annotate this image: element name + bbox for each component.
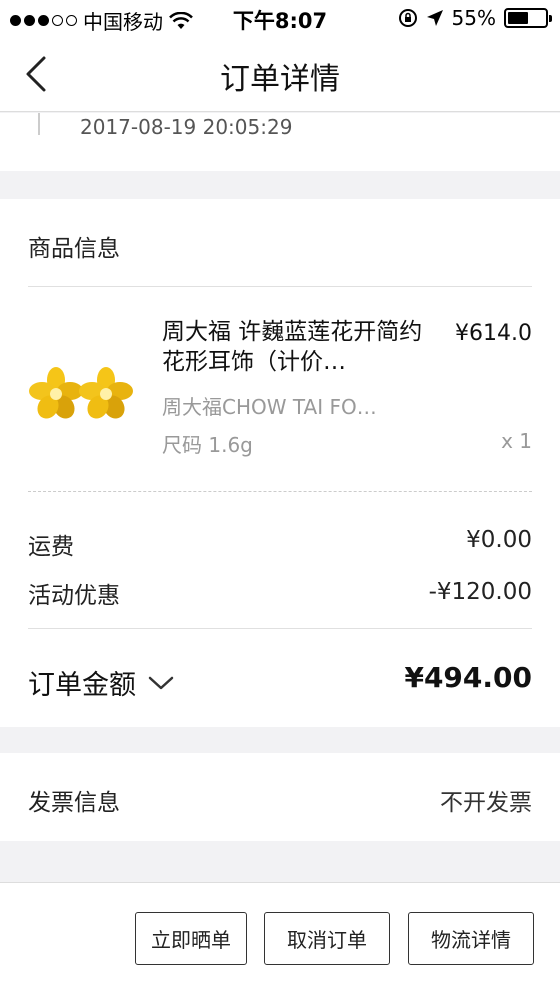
- product-quantity: x 1: [501, 429, 532, 453]
- battery-percent: 55%: [451, 6, 496, 30]
- navigation-bar: 订单详情: [0, 36, 560, 112]
- location-arrow-icon: [426, 10, 443, 26]
- battery-icon: [504, 8, 552, 28]
- invoice-card[interactable]: 发票信息 不开发票: [0, 753, 560, 841]
- status-bar: 中国移动 下午8:07 55%: [0, 0, 560, 36]
- logistics-detail-button[interactable]: 物流详情: [408, 912, 534, 965]
- gold-flower-earrings-image: [29, 367, 133, 419]
- bottom-action-bar: 立即晒单 取消订单 物流详情: [0, 882, 560, 994]
- order-timeline-card: 2017-08-19 20:05:29: [0, 113, 560, 171]
- product-image[interactable]: [28, 359, 136, 429]
- invoice-label: 发票信息: [28, 790, 120, 816]
- order-time: 2017-08-19 20:05:29: [80, 115, 293, 139]
- chevron-down-icon: [148, 676, 174, 689]
- product-spec: 尺码 1.6g: [162, 433, 253, 457]
- shipping-value: ¥0.00: [466, 527, 532, 553]
- product-name[interactable]: 周大福 许巍蓝莲花开简约花形耳饰（计价…: [162, 317, 432, 377]
- divider: [28, 286, 532, 287]
- status-right: 55%: [398, 6, 552, 30]
- rotation-lock-icon: [398, 9, 417, 27]
- product-brand: 周大福CHOW TAI FO…: [162, 395, 377, 419]
- cancel-order-button[interactable]: 取消订单: [264, 912, 390, 965]
- invoice-value: 不开发票: [440, 790, 532, 816]
- page-title: 订单详情: [220, 62, 340, 97]
- goods-card: 商品信息 周大福 许巍蓝莲花开简约花形耳饰（计价… ¥614.0 周大福CHOW…: [0, 199, 560, 727]
- shipping-label: 运费: [28, 534, 74, 560]
- product-price: ¥614.0: [455, 321, 532, 346]
- promo-value: -¥120.00: [428, 579, 532, 605]
- share-order-button[interactable]: 立即晒单: [135, 912, 247, 965]
- dashed-divider: [28, 491, 532, 492]
- divider: [28, 628, 532, 629]
- timeline-line: [38, 113, 40, 135]
- order-total-toggle[interactable]: 订单金额: [28, 663, 174, 702]
- promo-label: 活动优惠: [28, 583, 120, 609]
- goods-section-title: 商品信息: [28, 236, 120, 262]
- order-total-label: 订单金额: [28, 670, 136, 701]
- order-total-value: ¥494.00: [404, 661, 532, 694]
